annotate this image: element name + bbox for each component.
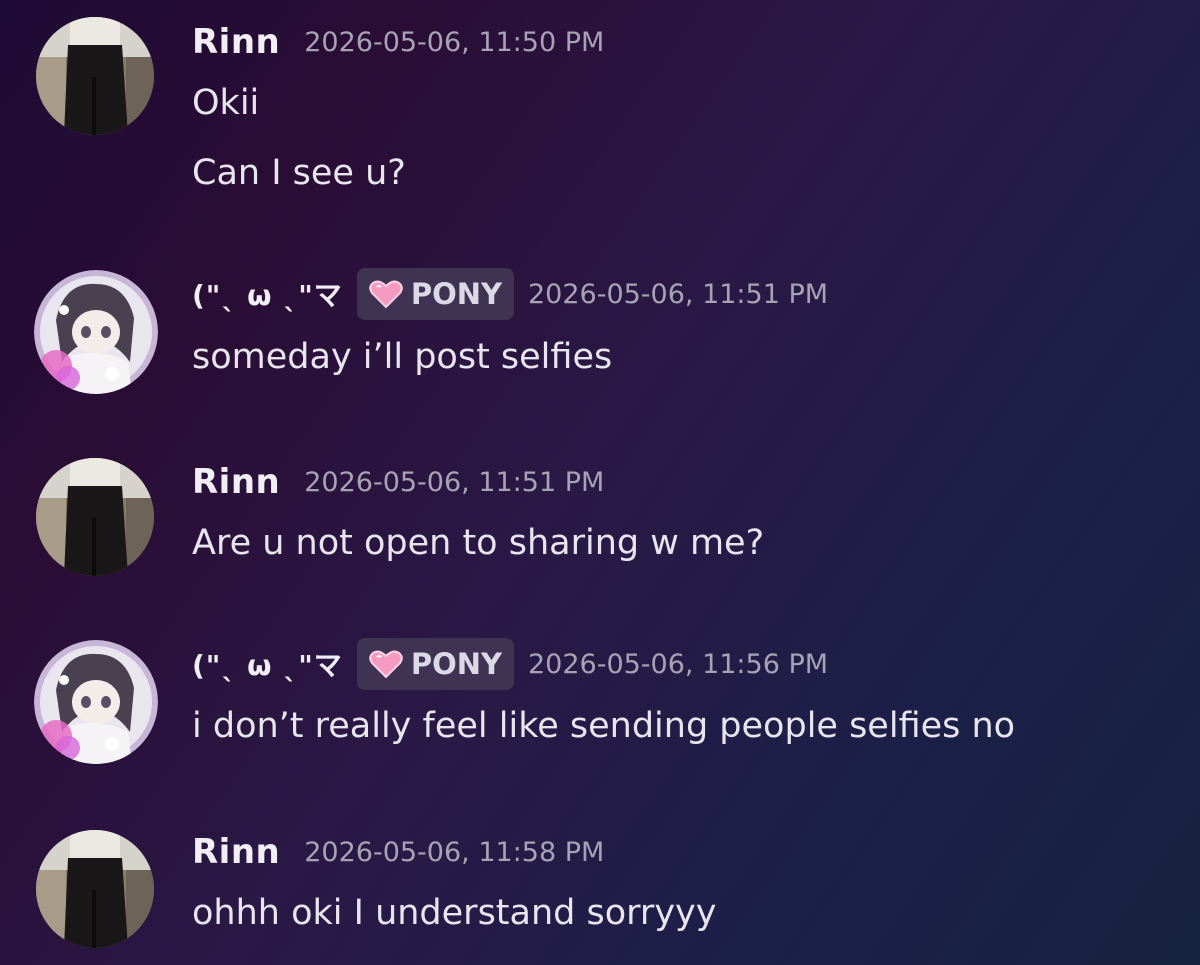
message-text: Are u not open to sharing w me?: [192, 523, 765, 563]
message-text: Can I see u?: [192, 153, 406, 193]
avatar-rinn[interactable]: [36, 458, 154, 576]
message-text: Okii: [192, 83, 260, 123]
avatar-rinn[interactable]: [36, 17, 154, 135]
timestamp: 2026-05-06, 11:58 PM: [304, 836, 605, 868]
timestamp: 2026-05-06, 11:51 PM: [304, 466, 605, 498]
message-text: i don’t really feel like sending people …: [192, 706, 1016, 746]
username[interactable]: Rinn: [192, 462, 280, 502]
timestamp: 2026-05-06, 11:51 PM: [528, 278, 829, 310]
message-text: someday i’ll post selfies: [192, 337, 613, 377]
username[interactable]: Rinn: [192, 832, 280, 872]
message-text: ohhh oki I understand sorryyy: [192, 893, 717, 933]
avatar-pony[interactable]: [34, 270, 158, 394]
tag-label: PONY: [410, 277, 502, 311]
tag-label: PONY: [410, 647, 502, 681]
username[interactable]: ("ˎ ω ˎ"マ: [192, 644, 343, 684]
avatar-pony[interactable]: [34, 640, 158, 764]
guild-tag[interactable]: PONY: [356, 638, 514, 690]
timestamp: 2026-05-06, 11:50 PM: [304, 26, 605, 58]
avatar-rinn[interactable]: [36, 830, 154, 948]
username[interactable]: ("ˎ ω ˎ"マ: [192, 274, 343, 314]
username[interactable]: Rinn: [192, 22, 280, 62]
timestamp: 2026-05-06, 11:56 PM: [528, 648, 829, 680]
pink-heart-icon: [369, 280, 403, 309]
pink-heart-icon: [369, 650, 403, 679]
guild-tag[interactable]: PONY: [356, 268, 514, 320]
